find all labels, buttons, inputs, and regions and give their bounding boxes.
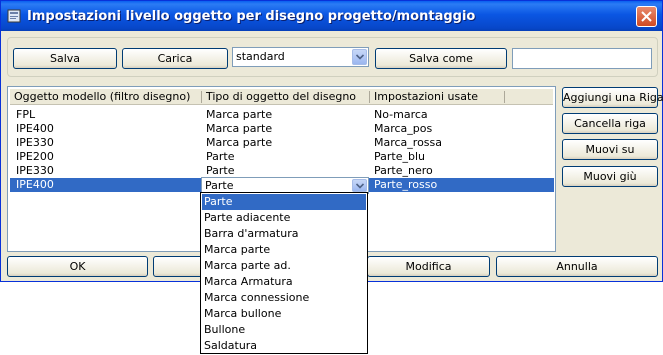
save-as-name-input[interactable] (512, 48, 652, 69)
settings-cell: No-marca (374, 108, 428, 121)
model-object-cell: IPE400 (16, 178, 54, 191)
save-as-button[interactable]: Salva come (375, 48, 507, 69)
dropdown-option[interactable]: Marca connessione (202, 290, 366, 306)
object-type-cell: Parte (206, 164, 235, 177)
dropdown-option-highlighted[interactable]: Parte (202, 194, 366, 210)
settings-cell: Marca_pos (374, 122, 433, 135)
column-header-drawing-object-type[interactable]: Tipo di oggetto del disegno (206, 90, 356, 103)
hidden-button[interactable] (153, 256, 203, 277)
table-header: Oggetto modello (filtro disegno) Tipo di… (10, 89, 553, 105)
model-object-cell: IPE200 (16, 150, 54, 163)
settings-cell: Parte_nero (374, 164, 433, 177)
dropdown-option[interactable]: Marca Armatura (202, 274, 366, 290)
ok-button[interactable]: OK (7, 256, 148, 277)
object-type-cell: Marca parte (206, 122, 273, 135)
move-down-button[interactable]: Muovi giù (562, 166, 658, 187)
object-type-dropdown-button[interactable] (352, 179, 367, 192)
window-title: Impostazioni livello oggetto per disegno… (27, 9, 476, 24)
dropdown-option[interactable]: Marca bullone (202, 306, 366, 322)
modify-button[interactable]: Modifica (367, 256, 490, 277)
object-type-cell: Parte (206, 150, 235, 163)
preset-select-value: standard (236, 50, 285, 63)
preset-select[interactable]: standard (232, 47, 369, 67)
close-icon (641, 11, 652, 22)
chevron-down-icon (356, 183, 364, 189)
load-button[interactable]: Carica (122, 48, 228, 69)
chevron-down-icon (356, 54, 364, 60)
settings-cell: Parte_rosso (374, 178, 438, 191)
dropdown-option[interactable]: Barra d'armatura (202, 226, 366, 242)
object-type-dropdown-list[interactable]: Parte Parte adiacente Barra d'armatura M… (200, 192, 368, 354)
table-row[interactable]: IPE400 Marca parte Marca_pos (10, 122, 554, 136)
table-row[interactable]: IPE200 Parte Parte_blu (10, 150, 554, 164)
dropdown-option[interactable]: Saldatura (202, 338, 366, 354)
model-object-cell: IPE400 (16, 122, 54, 135)
object-type-cell: Marca parte (206, 108, 273, 121)
add-row-button[interactable]: Aggiungi una Riga (562, 87, 663, 108)
dropdown-option[interactable]: Bullone (202, 322, 366, 338)
app-icon (7, 9, 21, 23)
dropdown-option[interactable]: Parte adiacente (202, 210, 366, 226)
model-object-cell: FPL (16, 108, 36, 121)
column-header-model-object[interactable]: Oggetto modello (filtro disegno) (14, 90, 190, 103)
delete-row-button[interactable]: Cancella riga (562, 113, 658, 134)
save-button[interactable]: Salva (13, 48, 117, 69)
model-object-cell: IPE330 (16, 136, 54, 149)
cancel-button[interactable]: Annulla (496, 256, 658, 277)
column-separator (201, 91, 202, 103)
column-separator (369, 91, 370, 103)
settings-cell: Marca_rossa (374, 136, 443, 149)
model-object-cell: IPE330 (16, 164, 54, 177)
settings-cell: Parte_blu (374, 150, 425, 163)
close-button[interactable] (636, 6, 657, 27)
table-row[interactable]: IPE330 Marca parte Marca_rossa (10, 136, 554, 150)
title-bar[interactable]: Impostazioni livello oggetto per disegno… (1, 1, 662, 31)
column-separator (504, 91, 505, 103)
table-row[interactable]: IPE330 Parte Parte_nero (10, 164, 554, 178)
move-up-button[interactable]: Muovi su (562, 139, 658, 160)
table-row[interactable]: FPL Marca parte No-marca (10, 108, 554, 122)
object-type-cell: Marca parte (206, 136, 273, 149)
column-header-used-settings[interactable]: Impostazioni usate (374, 90, 478, 103)
dropdown-option[interactable]: Marca parte (202, 242, 366, 258)
dropdown-option[interactable]: Marca parte ad. (202, 258, 366, 274)
object-type-cell-editor-value: Parte (205, 179, 234, 192)
preset-dropdown-button[interactable] (352, 49, 367, 65)
